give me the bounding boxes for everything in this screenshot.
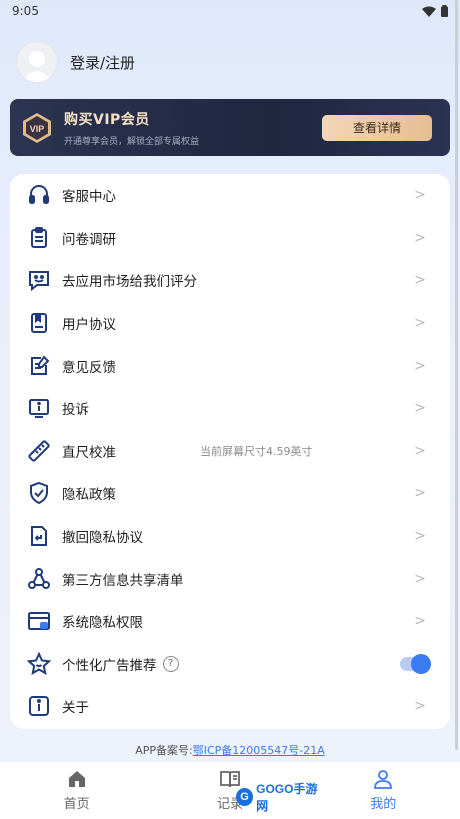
tab-label: 首页 — [63, 797, 90, 812]
menu-item-complaint[interactable]: 投诉 > — [10, 387, 450, 430]
personalized-ads-toggle[interactable] — [400, 653, 431, 674]
menu-item-rate-app[interactable]: 去应用市场给我们评分 > — [10, 259, 450, 302]
chevron-right-icon: > — [414, 357, 426, 374]
clipboard-icon — [27, 226, 51, 250]
menu-item-third-party-sharing[interactable]: 第三方信息共享清单 > — [10, 557, 450, 600]
watermark-logo: G GOGO手游网 — [236, 782, 326, 813]
menu-item-about[interactable]: 关于 > — [10, 685, 450, 728]
info-screen-icon — [27, 396, 51, 420]
menu-item-label: 隐私政策 — [62, 487, 116, 504]
chevron-right-icon: > — [414, 485, 426, 502]
menu-item-user-agreement[interactable]: 用户协议 > — [10, 302, 450, 345]
menu-item-label: 第三方信息共享清单 — [62, 572, 184, 589]
home-icon — [68, 771, 85, 787]
vip-banner[interactable]: VIP 购买VIP会员 开通尊享会员，解锁全部专属权益 查看详情 — [10, 99, 450, 156]
bottom-tab-bar: 首页 记录 我的 — [0, 762, 460, 819]
share-nodes-icon — [27, 567, 51, 591]
default-avatar-icon — [22, 51, 52, 82]
login-register-link[interactable]: 登录/注册 — [70, 52, 135, 73]
chevron-right-icon: > — [414, 229, 426, 246]
vip-subtitle: 开通尊享会员，解锁全部专属权益 — [64, 136, 200, 147]
vip-details-button[interactable]: 查看详情 — [322, 114, 432, 141]
vip-title: 购买VIP会员 — [64, 111, 150, 128]
info-icon — [27, 694, 51, 718]
menu-item-label: 撤回隐私协议 — [62, 530, 143, 547]
menu-item-personalized-ads: 个性化广告推荐 ? — [10, 643, 450, 686]
shield-check-icon — [27, 481, 51, 505]
menu-item-label: 个性化广告推荐 — [62, 657, 157, 674]
screen-size-readout: 当前屏幕尺寸4.59英寸 — [200, 444, 313, 458]
toggle-knob — [411, 653, 431, 674]
icp-link[interactable]: 鄂ICP备12005547号-21A — [193, 744, 325, 757]
menu-item-label: 关于 — [62, 700, 89, 717]
chevron-right-icon: > — [414, 187, 426, 204]
smile-chat-icon — [27, 268, 51, 292]
menu-item-revoke-privacy[interactable]: 撤回隐私协议 > — [10, 515, 450, 558]
battery-icon — [441, 5, 448, 17]
profile-login[interactable]: 登录/注册 — [16, 40, 135, 84]
ruler-icon — [27, 439, 51, 463]
menu-item-customer-service[interactable]: 客服中心 > — [10, 174, 450, 217]
avatar[interactable] — [16, 41, 58, 83]
wifi-icon — [422, 6, 436, 17]
menu-item-label: 用户协议 — [62, 317, 116, 334]
chevron-right-icon: > — [414, 570, 426, 587]
menu-item-label: 去应用市场给我们评分 — [62, 274, 197, 291]
tab-home[interactable]: 首页 — [27, 769, 127, 812]
edit-note-icon — [27, 354, 51, 378]
headset-icon — [27, 183, 51, 207]
star-face-icon — [27, 651, 51, 676]
help-icon[interactable]: ? — [162, 655, 179, 672]
menu-item-label: 问卷调研 — [62, 231, 116, 248]
chevron-right-icon: > — [414, 613, 426, 630]
status-bar: 9:05 — [0, 0, 460, 22]
chevron-right-icon: > — [414, 528, 426, 545]
status-icons — [422, 5, 448, 17]
watermark-text: GOGO手游网 — [256, 782, 318, 813]
menu-item-feedback[interactable]: 意见反馈 > — [10, 344, 450, 387]
chevron-right-icon: > — [414, 698, 426, 715]
icp-prefix: APP备案号: — [135, 744, 193, 757]
settings-menu: 客服中心 > 问卷调研 > 去应用市场给我们评分 > 用户协议 > 意见反馈 > — [10, 174, 450, 729]
scrollbar[interactable] — [455, 0, 458, 750]
menu-item-system-privacy-permissions[interactable]: 系统隐私权限 > — [10, 600, 450, 643]
watermark-logo-icon: G — [236, 788, 254, 806]
tab-label: 我的 — [370, 797, 397, 812]
chevron-right-icon: > — [414, 315, 426, 332]
menu-item-label: 客服中心 — [62, 189, 116, 206]
chevron-right-icon: > — [414, 442, 426, 459]
browser-lock-icon — [27, 609, 51, 633]
menu-item-label: 投诉 — [62, 402, 89, 419]
vip-crown-badge-icon: VIP — [23, 112, 51, 143]
chevron-right-icon: > — [414, 272, 426, 289]
tab-mine[interactable]: 我的 — [333, 769, 433, 812]
vip-badge-text: VIP — [30, 124, 45, 134]
menu-item-label: 意见反馈 — [62, 359, 116, 376]
vip-texts: 购买VIP会员 开通尊享会员，解锁全部专属权益 — [64, 109, 322, 147]
user-icon — [374, 770, 393, 789]
return-doc-icon — [27, 524, 51, 548]
icp-record: APP备案号:鄂ICP备12005547号-21A — [0, 742, 460, 758]
status-time: 9:05 — [12, 4, 39, 18]
bookmark-doc-icon — [27, 311, 51, 335]
menu-item-label: 系统隐私权限 — [62, 615, 143, 632]
menu-item-survey[interactable]: 问卷调研 > — [10, 217, 450, 260]
menu-item-label: 直尺校准 — [62, 444, 116, 461]
menu-item-ruler-calibration[interactable]: 直尺校准 当前屏幕尺寸4.59英寸 > — [10, 430, 450, 473]
chevron-right-icon: > — [414, 400, 426, 417]
menu-item-privacy-policy[interactable]: 隐私政策 > — [10, 472, 450, 515]
